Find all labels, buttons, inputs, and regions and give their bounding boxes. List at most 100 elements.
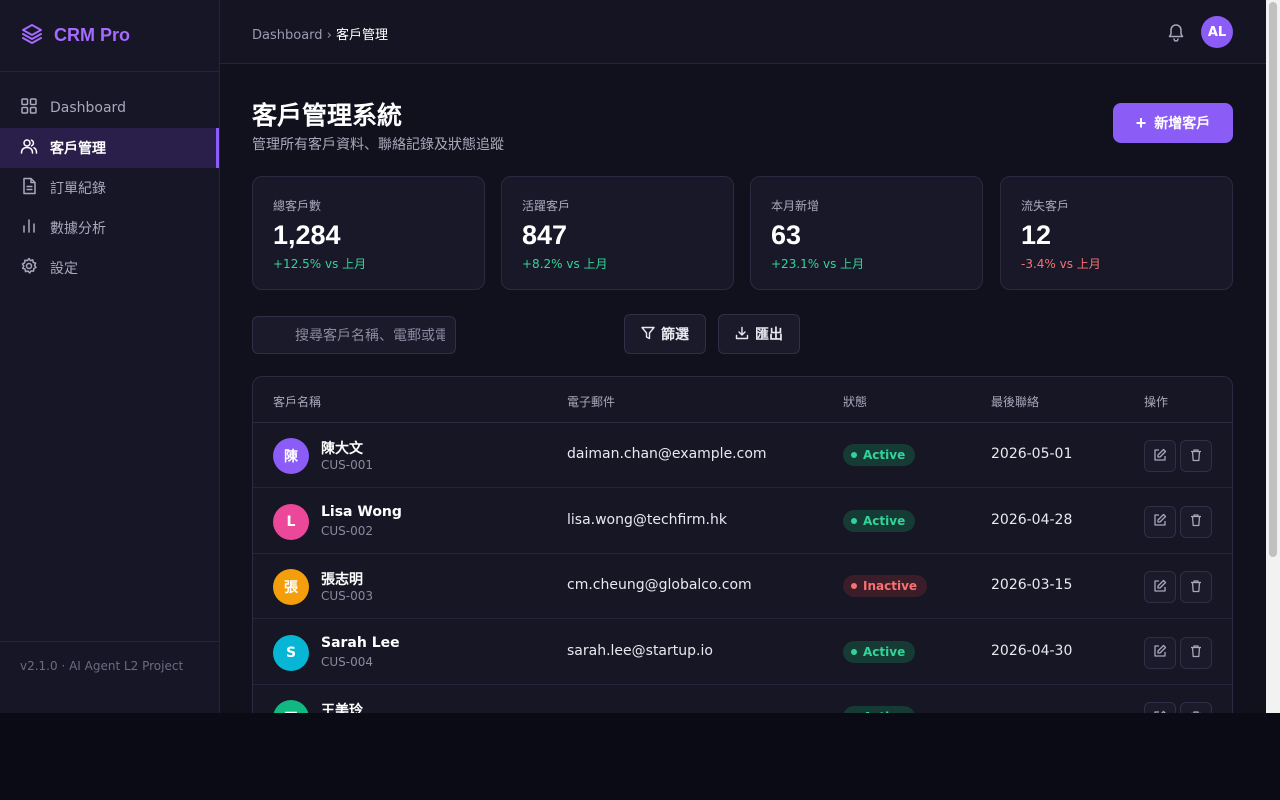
stat-value: 63 bbox=[771, 220, 802, 250]
breadcrumb: Dashboard › 客戶管理 bbox=[252, 24, 388, 43]
customer-avatar: 陳 bbox=[273, 438, 309, 474]
app-name: CRM Pro bbox=[54, 25, 130, 45]
customer-email: cm.cheung@globalco.com bbox=[567, 577, 752, 593]
gear-icon bbox=[20, 257, 38, 279]
page-title: 客戶管理系統 bbox=[252, 102, 403, 130]
brand[interactable]: CRM Pro bbox=[0, 0, 219, 72]
filter-label: 篩選 bbox=[661, 326, 689, 342]
customer-name[interactable]: 王美玲 bbox=[321, 700, 363, 713]
file-icon bbox=[20, 177, 38, 199]
sidebar-item-orders[interactable]: 訂單紀錄 bbox=[0, 168, 219, 208]
plus-icon: + bbox=[1135, 113, 1147, 133]
delete-button[interactable] bbox=[1180, 636, 1212, 669]
status-label: Active bbox=[863, 644, 906, 659]
stat-change: +8.2% vs 上月 bbox=[522, 257, 608, 271]
add-customer-button[interactable]: + 新增客戶 bbox=[1113, 103, 1233, 143]
customer-avatar: 王 bbox=[273, 700, 309, 713]
status-badge: Active bbox=[843, 444, 916, 466]
stat-change: +23.1% vs 上月 bbox=[771, 257, 865, 271]
customer-email: daiman.chan@example.com bbox=[567, 446, 767, 462]
sidebar: CRM Pro Dashboard 客戶管理 訂單紀錄 數據分析 設定 v2.1… bbox=[0, 0, 220, 713]
last-contact-date: 2026-04-28 bbox=[991, 511, 1073, 528]
table-row[interactable]: 王王美玲 Active bbox=[253, 684, 1232, 713]
table-row[interactable]: 陳陳大文 CUS-001 daiman.chan@example.com Active… bbox=[253, 422, 1232, 488]
filter-button[interactable]: 篩選 bbox=[624, 314, 706, 354]
status-badge: Active bbox=[843, 706, 916, 713]
edit-button[interactable] bbox=[1144, 440, 1176, 472]
filter-icon bbox=[641, 326, 661, 343]
sidebar-item-dashboard[interactable]: Dashboard bbox=[0, 88, 219, 128]
stats-row: 總客戶數 1,284 +12.5% vs 上月 活躍客戶 847 +8.2% v… bbox=[252, 176, 1233, 290]
add-customer-label: 新增客戶 bbox=[1154, 115, 1211, 131]
status-label: Active bbox=[863, 710, 905, 713]
sidebar-nav: Dashboard 客戶管理 訂單紀錄 數據分析 設定 bbox=[0, 72, 219, 288]
status-label: Inactive bbox=[863, 579, 918, 593]
stat-value: 12 bbox=[1021, 220, 1052, 250]
table-row[interactable]: 張張志明 CUS-003 cm.cheung@globalco.com Inactiv… bbox=[253, 553, 1232, 619]
table-row[interactable]: S Sarah Lee CUS-004 sarah.lee@startup.io Act… bbox=[253, 619, 1232, 685]
customer-avatar: 張 bbox=[273, 569, 309, 605]
delete-button[interactable] bbox=[1180, 571, 1212, 603]
sidebar-item-analytics[interactable]: 數據分析 bbox=[0, 208, 219, 248]
customer-name[interactable]: 張志明 bbox=[321, 569, 363, 589]
export-button[interactable]: 匯出 bbox=[718, 314, 800, 354]
grid-icon bbox=[20, 97, 38, 119]
users-icon bbox=[20, 137, 38, 159]
table-header: 客戶名稱 電子郵件 狀態 最後聯絡 操作 bbox=[253, 377, 1232, 423]
edit-icon bbox=[1153, 579, 1167, 596]
status-label: Active bbox=[863, 513, 906, 528]
topbar: Dashboard › 客戶管理 AL bbox=[220, 0, 1266, 64]
edit-button[interactable] bbox=[1144, 505, 1176, 538]
status-badge: Active bbox=[843, 640, 916, 663]
last-contact-date: 2026-03-15 bbox=[991, 577, 1073, 593]
page-subtitle: 管理所有客戶資料、聯絡記錄及狀態追蹤 bbox=[252, 137, 504, 153]
customer-avatar: L bbox=[273, 503, 309, 540]
status-dot bbox=[851, 452, 857, 458]
stat-label: 本月新增 bbox=[771, 199, 820, 213]
trash-icon bbox=[1189, 448, 1203, 465]
user-avatar[interactable]: AL bbox=[1201, 16, 1233, 48]
stat-card-new: 本月新增 63 +23.1% vs 上月 bbox=[750, 176, 983, 290]
app-viewport: CRM Pro Dashboard 客戶管理 訂單紀錄 數據分析 設定 v2.1… bbox=[0, 0, 1266, 713]
status-label: Active bbox=[863, 448, 906, 462]
export-label: 匯出 bbox=[755, 326, 783, 342]
customer-name[interactable]: 陳大文 bbox=[321, 438, 363, 458]
column-header-email[interactable]: 電子郵件 bbox=[567, 393, 615, 410]
sidebar-item-settings[interactable]: 設定 bbox=[0, 248, 219, 288]
bell-icon[interactable] bbox=[1166, 22, 1186, 46]
table-row[interactable]: L Lisa Wong CUS-002 lisa.wong@techfirm.hk Ac… bbox=[253, 488, 1232, 554]
customer-email: lisa.wong@techfirm.hk bbox=[567, 511, 727, 528]
customer-avatar: S bbox=[273, 634, 309, 671]
stat-label: 活躍客戶 bbox=[522, 199, 571, 213]
layers-logo-icon bbox=[20, 22, 44, 50]
customer-name[interactable]: Lisa Wong bbox=[321, 504, 402, 520]
status-dot bbox=[851, 648, 857, 655]
edit-button[interactable] bbox=[1144, 702, 1176, 713]
breadcrumb-root[interactable]: Dashboard bbox=[252, 28, 323, 43]
sidebar-item-customers[interactable]: 客戶管理 bbox=[0, 128, 219, 168]
sidebar-item-label: 設定 bbox=[50, 261, 78, 277]
customer-name[interactable]: Sarah Lee bbox=[321, 635, 400, 651]
sidebar-item-label: 客戶管理 bbox=[50, 141, 106, 157]
edit-icon bbox=[1153, 710, 1167, 713]
delete-button[interactable] bbox=[1180, 505, 1212, 538]
scrollbar-thumb[interactable] bbox=[1269, 2, 1277, 557]
column-header-actions: 操作 bbox=[1144, 395, 1169, 409]
status-dot bbox=[851, 583, 857, 589]
customer-table: 客戶名稱 電子郵件 狀態 最後聯絡 操作 陳陳大文 CUS-001 daiman.c… bbox=[252, 376, 1233, 713]
trash-icon bbox=[1189, 513, 1203, 530]
trash-icon bbox=[1189, 579, 1203, 596]
download-icon bbox=[735, 326, 755, 343]
edit-button[interactable] bbox=[1144, 636, 1176, 669]
delete-button[interactable] bbox=[1180, 440, 1212, 472]
column-header-status[interactable]: 狀態 bbox=[843, 393, 867, 410]
status-dot bbox=[851, 517, 857, 524]
sidebar-item-label: 數據分析 bbox=[50, 221, 106, 237]
stat-change: +12.5% vs 上月 bbox=[273, 257, 367, 271]
version-footer: v2.1.0 · AI Agent L2 Project bbox=[0, 641, 219, 713]
delete-button[interactable] bbox=[1180, 702, 1212, 713]
edit-button[interactable] bbox=[1144, 571, 1176, 603]
column-header-name[interactable]: 客戶名稱 bbox=[273, 393, 321, 410]
search-input[interactable] bbox=[293, 325, 447, 347]
column-header-last-contact[interactable]: 最後聯絡 bbox=[991, 393, 1039, 410]
